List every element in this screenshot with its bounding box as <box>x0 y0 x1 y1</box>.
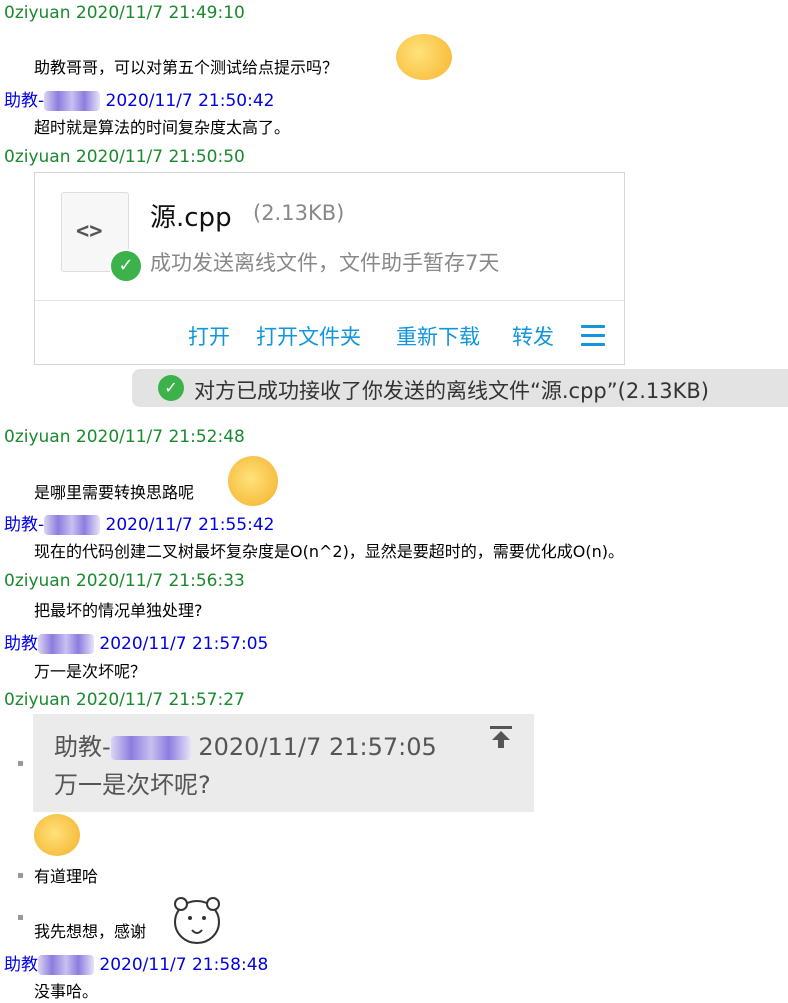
message-header: 助教- 2020/11/7 21:55:42 <box>4 515 275 535</box>
message-header: 0ziyuan 2020/11/7 21:50:50 <box>4 147 245 167</box>
forward-button[interactable]: 转发 <box>512 321 554 351</box>
message-text: 万一是次坏呢？ <box>34 662 147 681</box>
message-header: 助教 2020/11/7 21:57:05 <box>4 634 269 654</box>
redacted-name <box>44 91 101 111</box>
message-text: 是哪里需要转换思路呢 <box>34 483 195 502</box>
open-button[interactable]: 打开 <box>188 321 230 351</box>
bullet <box>18 761 23 766</box>
menu-icon[interactable] <box>581 325 605 352</box>
redacted-name <box>38 634 94 654</box>
quote-header: 助教- 2020/11/7 21:57:05 <box>54 733 437 761</box>
bear-sticker-icon <box>174 897 220 944</box>
file-status: 成功发送离线文件，文件助手暂存7天 <box>150 251 500 275</box>
redacted-name <box>44 515 101 535</box>
message-header: 0ziyuan 2020/11/7 21:49:10 <box>4 3 245 23</box>
file-card[interactable]: <> ✓ 源.cpp (2.13KB) 成功发送离线文件，文件助手暂存7天 打开… <box>34 172 625 365</box>
message-text: 超时就是算法的时间复杂度太高了。 <box>34 118 291 137</box>
sweat-emoji-icon <box>34 814 80 856</box>
redacted-name <box>38 955 94 975</box>
message-header: 0ziyuan 2020/11/7 21:57:27 <box>4 690 245 710</box>
message-text: 我先想想，感谢 <box>34 922 147 941</box>
message-text: 没事哈。 <box>34 982 99 1001</box>
bullet <box>18 915 23 920</box>
check-icon: ✓ <box>109 249 143 283</box>
message-header: 0ziyuan 2020/11/7 21:56:33 <box>4 571 245 591</box>
message-header: 0ziyuan 2020/11/7 21:52:48 <box>4 427 245 447</box>
message-text: 有道理哈 <box>34 867 99 886</box>
quoted-message[interactable]: 助教- 2020/11/7 21:57:05 万一是次坏呢? <box>33 714 534 812</box>
message-text: 把最坏的情况单独处理? <box>34 601 203 620</box>
quote-text: 万一是次坏呢? <box>54 771 211 799</box>
dizzy-emoji-icon <box>228 456 278 506</box>
divider <box>35 300 624 301</box>
notice-text: 对方已成功接收了你发送的离线文件“源.cpp”(2.13KB) <box>194 379 709 403</box>
check-icon: ✓ <box>158 375 184 401</box>
redownload-button[interactable]: 重新下载 <box>396 321 480 351</box>
crying-emoji-icon <box>396 34 452 80</box>
file-name: 源.cpp <box>150 203 232 233</box>
scroll-to-top-icon[interactable] <box>488 724 514 750</box>
message-text: 现在的代码创建二叉树最坏复杂度是O(n^2)，显然是要超时的，需要优化成O(n)… <box>34 542 625 561</box>
message-header: 助教 2020/11/7 21:58:48 <box>4 955 269 975</box>
message-header: 助教- 2020/11/7 21:50:42 <box>4 91 275 111</box>
system-notice: ✓ 对方已成功接收了你发送的离线文件“源.cpp”(2.13KB) <box>132 369 788 407</box>
file-size: (2.13KB) <box>253 201 345 225</box>
message-text: 助教哥哥，可以对第五个测试给点提示吗？ <box>34 58 339 77</box>
redacted-name <box>110 736 191 760</box>
bullet <box>18 873 23 878</box>
open-folder-button[interactable]: 打开文件夹 <box>256 321 361 351</box>
